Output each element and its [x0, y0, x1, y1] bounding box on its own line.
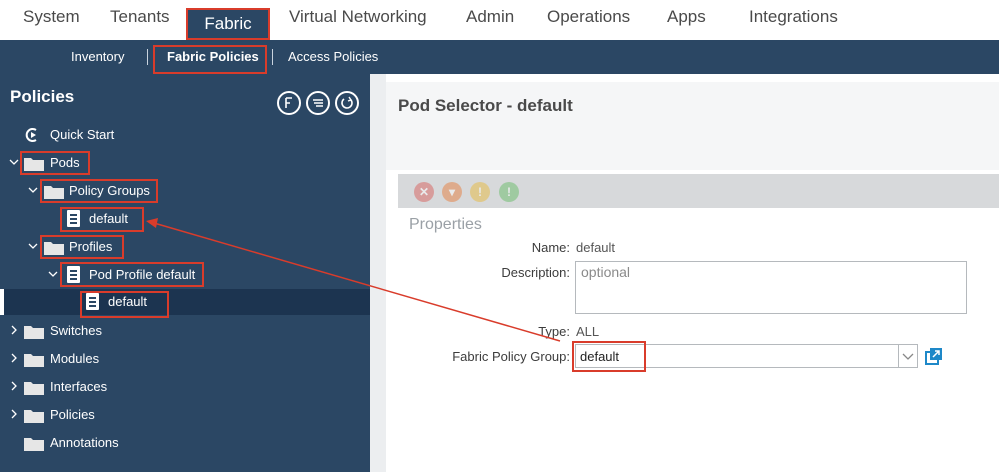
tree-item-quick-start[interactable]: Quick Start	[0, 122, 370, 148]
highlight-box	[153, 45, 267, 74]
subtab-access-policies[interactable]: Access Policies	[288, 49, 378, 64]
major-fault-icon[interactable]: ▾	[442, 182, 462, 202]
tree-item-modules[interactable]: Modules	[0, 346, 370, 372]
highlight-box	[60, 207, 144, 232]
sub-navigation: Inventory Fabric Policies Access Policie…	[0, 40, 999, 74]
highlight-box	[80, 291, 169, 318]
name-value: default	[576, 240, 616, 255]
tree-item-annotations[interactable]: Annotations	[0, 430, 370, 456]
list-view-icon[interactable]	[306, 91, 330, 115]
open-external-icon[interactable]	[925, 347, 943, 365]
tree-item-label: Switches	[50, 323, 103, 338]
refresh-icon[interactable]	[335, 91, 359, 115]
action-toolbar: ✕ ▾ ! !	[398, 174, 999, 208]
tab-apps[interactable]: Apps	[667, 7, 706, 27]
minor-fault-icon[interactable]: !	[470, 182, 490, 202]
folder-icon	[24, 326, 44, 339]
tab-fabric[interactable]: Fabric	[186, 8, 270, 40]
type-label: Type:	[538, 324, 570, 339]
selection-indicator	[0, 289, 4, 315]
tab-integrations[interactable]: Integrations	[749, 7, 838, 27]
chevron-right-icon[interactable]	[8, 352, 20, 364]
description-field[interactable]: optional	[575, 261, 967, 314]
critical-fault-icon[interactable]: ✕	[414, 182, 434, 202]
warning-fault-icon[interactable]: !	[499, 182, 519, 202]
tree-item-pod-selector-default[interactable]: default	[0, 289, 370, 315]
highlight-box	[40, 235, 124, 259]
description-label: Description:	[501, 265, 570, 280]
tab-tenants[interactable]: Tenants	[110, 7, 170, 27]
tree-item-label: Modules	[50, 351, 100, 366]
section-heading: Properties	[409, 216, 482, 233]
tree-item-policies[interactable]: Policies	[0, 402, 370, 428]
folder-icon	[24, 354, 44, 367]
chevron-down-icon[interactable]	[27, 240, 39, 252]
tree-item-switches[interactable]: Switches	[0, 318, 370, 344]
tree-item-policy-group-default[interactable]: default	[0, 206, 370, 232]
folder-icon	[24, 438, 44, 451]
subtab-inventory[interactable]: Inventory	[71, 49, 124, 64]
tab-admin[interactable]: Admin	[466, 7, 514, 27]
subnav-divider	[147, 49, 148, 65]
folder-icon	[24, 410, 44, 423]
top-navigation: System Tenants Fabric Virtual Networking…	[0, 0, 999, 40]
tree-item-label: Annotations	[50, 435, 119, 450]
name-label: Name:	[531, 240, 570, 255]
quick-start-icon	[25, 128, 37, 142]
folder-icon	[24, 382, 44, 395]
subnav-divider	[272, 49, 273, 65]
tree-view-icon[interactable]	[277, 91, 301, 115]
highlight-box	[20, 151, 90, 175]
highlight-box	[60, 262, 204, 287]
highlight-box	[572, 341, 646, 372]
tree-item-label: Policies	[50, 407, 95, 422]
chevron-down-icon[interactable]	[8, 156, 20, 168]
tree-item-label: Quick Start	[50, 127, 115, 142]
tab-operations[interactable]: Operations	[547, 7, 630, 27]
tab-system[interactable]: System	[23, 7, 80, 27]
sidebar-title: Policies	[10, 87, 75, 106]
highlight-box	[40, 179, 158, 203]
chevron-down-icon[interactable]	[47, 268, 59, 280]
chevron-right-icon[interactable]	[8, 408, 20, 420]
chevron-down-icon[interactable]	[898, 345, 917, 367]
tree-item-label: Interfaces	[50, 379, 108, 394]
type-value: ALL	[576, 324, 600, 339]
fabric-policy-group-label: Fabric Policy Group:	[452, 349, 570, 364]
tree-item-interfaces[interactable]: Interfaces	[0, 374, 370, 400]
page-title: Pod Selector - default	[398, 96, 573, 115]
tab-virtual-networking[interactable]: Virtual Networking	[289, 7, 427, 27]
chevron-down-icon[interactable]	[27, 184, 39, 196]
chevron-right-icon[interactable]	[8, 380, 20, 392]
chevron-right-icon[interactable]	[8, 324, 20, 336]
